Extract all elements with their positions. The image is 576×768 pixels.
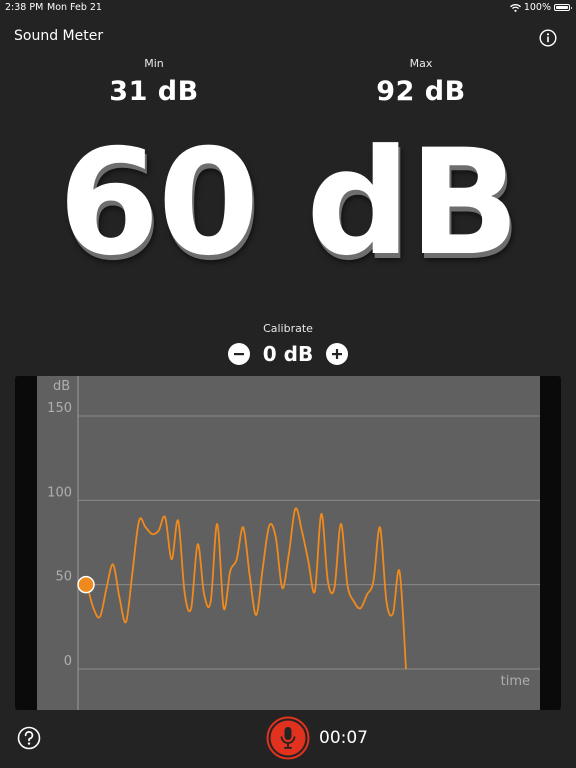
status-time: 2:38 PM [5, 2, 44, 13]
status-indicators: 100% [509, 2, 572, 13]
status-bar: 2:38 PM Mon Feb 21 100% [0, 0, 576, 14]
record-button[interactable] [266, 716, 310, 760]
max-stat: Max 92 dB [361, 57, 481, 107]
max-value: 92 dB [376, 76, 466, 107]
chart-plot-area: 0 50 100 150 dB time [37, 376, 540, 710]
sound-level-chart: 0 50 100 150 dB time [15, 376, 561, 710]
calibrate-label: Calibrate [263, 322, 313, 335]
battery-percent: 100% [523, 2, 551, 13]
battery-icon [554, 4, 572, 11]
y-tick-label-0: 0 [64, 654, 72, 669]
x-axis-label: time [501, 674, 530, 689]
max-label: Max [409, 57, 433, 70]
chart-svg: 0 50 100 150 dB time [47, 376, 540, 710]
wifi-icon [509, 3, 521, 12]
status-date: Mon Feb 21 [47, 2, 102, 13]
min-label: Min [144, 57, 164, 70]
y-tick-label-50: 50 [55, 570, 72, 585]
calibrate-value: 0 dB [262, 342, 314, 366]
min-stat: Min 31 dB [94, 57, 214, 107]
y-axis-label: dB [53, 379, 70, 394]
minus-icon [233, 353, 244, 356]
info-icon[interactable] [539, 29, 557, 47]
min-value: 31 dB [109, 76, 199, 107]
y-tick-label-150: 150 [47, 401, 72, 416]
help-icon[interactable] [17, 726, 41, 750]
current-level-marker [77, 575, 95, 594]
recording-timer: 00:07 [319, 728, 368, 748]
current-reading: 60 dB [58, 118, 520, 288]
plus-icon [332, 349, 343, 359]
series-line [86, 507, 407, 670]
calibrate-control: 0 dB [0, 342, 576, 366]
y-tick-label-100: 100 [47, 485, 72, 500]
calibrate-plus-button[interactable] [326, 343, 349, 365]
app-title: Sound Meter [14, 28, 104, 44]
calibrate-minus-button[interactable] [227, 343, 250, 365]
